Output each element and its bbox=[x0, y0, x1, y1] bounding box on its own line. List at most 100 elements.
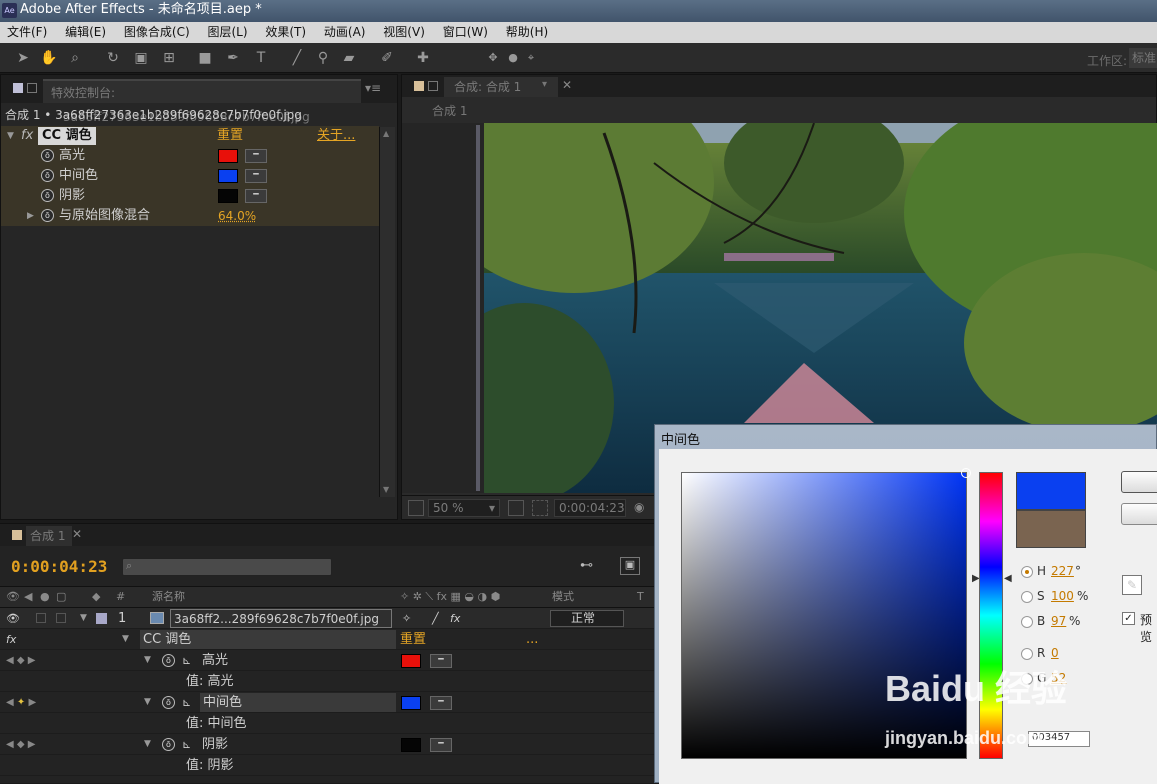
switches-icon[interactable]: ✧ ✲ ⟍ fx ▦ ◒ ◑ ⬢ bbox=[400, 587, 500, 607]
brush-tool-icon[interactable]: ╱ bbox=[288, 49, 306, 67]
menu-view[interactable]: 视图(V) bbox=[376, 22, 432, 43]
panel-menu-icon[interactable]: ▾≡ bbox=[365, 81, 381, 95]
eye-icon[interactable]: 👁 bbox=[6, 608, 20, 629]
stopwatch-icon[interactable]: ō bbox=[41, 209, 54, 222]
scroll-up-icon[interactable]: ▲ bbox=[383, 129, 389, 138]
fx-switch-icon[interactable]: fx bbox=[450, 608, 460, 629]
lock-toggle-icon[interactable]: ▢ bbox=[56, 587, 66, 607]
keyframe-navigator-icon[interactable]: ◀ ◆ ▶ bbox=[6, 734, 35, 755]
menu-composition[interactable]: 图像合成(C) bbox=[117, 22, 197, 43]
menu-layer[interactable]: 图层(L) bbox=[200, 22, 254, 43]
stopwatch-icon[interactable]: ō bbox=[41, 169, 54, 182]
column-trackmatte[interactable]: T bbox=[637, 587, 644, 607]
effect-controls-scrollbar[interactable]: ▲ ▼ bbox=[379, 127, 395, 497]
menu-edit[interactable]: 编辑(E) bbox=[58, 22, 113, 43]
menu-window[interactable]: 窗口(W) bbox=[436, 22, 495, 43]
clone-stamp-tool-icon[interactable]: ⚲ bbox=[314, 49, 332, 67]
chevron-down-icon[interactable]: ▾ bbox=[542, 79, 547, 90]
view-axis-icon[interactable]: ⌖ bbox=[522, 49, 540, 67]
shadows-color-swatch[interactable] bbox=[218, 189, 238, 203]
midtones-color-swatch[interactable] bbox=[401, 696, 421, 710]
hue-slider-right-arrow-icon[interactable]: ◀ bbox=[1004, 573, 1012, 584]
draft-3d-icon[interactable]: ▣ bbox=[620, 557, 640, 575]
reset-link[interactable]: 重置 bbox=[217, 126, 243, 146]
hand-tool-icon[interactable]: ✋ bbox=[40, 49, 58, 67]
color-cursor[interactable] bbox=[961, 468, 971, 478]
current-time-field[interactable]: 0:00:04:23 bbox=[554, 499, 626, 517]
pan-behind-tool-icon[interactable]: ⊞ bbox=[160, 49, 178, 67]
radio-r[interactable] bbox=[1021, 648, 1033, 660]
radio-s[interactable] bbox=[1021, 591, 1033, 603]
fx-icon[interactable]: fx bbox=[6, 629, 16, 650]
field-value-r[interactable]: 0 bbox=[1051, 646, 1059, 660]
rectangle-tool-icon[interactable]: ■ bbox=[196, 49, 214, 67]
safe-zones-icon[interactable] bbox=[508, 500, 524, 516]
saturation-brightness-field[interactable] bbox=[681, 468, 971, 759]
column-source-name[interactable]: 源名称 bbox=[152, 587, 185, 607]
zoom-dropdown[interactable]: 50 % ▾ bbox=[428, 499, 500, 517]
eyedropper-button[interactable]: ━ bbox=[430, 696, 452, 710]
menu-animation[interactable]: 动画(A) bbox=[317, 22, 373, 43]
expand-triangle-icon[interactable]: ▼ bbox=[80, 608, 87, 629]
always-preview-icon[interactable] bbox=[408, 500, 424, 516]
midtones-color-swatch[interactable] bbox=[218, 169, 238, 183]
graph-icon[interactable]: ⊾ bbox=[182, 692, 191, 713]
expand-triangle-icon[interactable]: ▼ bbox=[144, 734, 151, 755]
stopwatch-icon[interactable]: ō bbox=[162, 696, 175, 709]
keyframe-navigator-icon[interactable]: ◀ ◆ ▶ bbox=[6, 650, 35, 671]
eyedropper-button[interactable]: ━ bbox=[245, 189, 267, 203]
graph-icon[interactable]: ⊾ bbox=[182, 650, 191, 671]
solo-toggle-icon[interactable]: ● bbox=[40, 587, 50, 607]
about-link[interactable]: ... bbox=[526, 629, 538, 650]
stopwatch-icon[interactable]: ō bbox=[162, 738, 175, 751]
quality-switch-icon[interactable]: ╱ bbox=[432, 608, 439, 629]
effect-row[interactable]: fx ▼ CC 调色 重置 ... bbox=[0, 629, 655, 650]
expand-triangle-icon[interactable]: ▼ bbox=[122, 629, 129, 650]
eyedropper-icon[interactable]: ✎ bbox=[1122, 575, 1142, 595]
highlights-color-swatch[interactable] bbox=[401, 654, 421, 668]
eyedropper-button[interactable]: ━ bbox=[245, 149, 267, 163]
axis-mode-icon[interactable]: ✥ bbox=[484, 49, 502, 67]
solo-box[interactable] bbox=[36, 613, 46, 623]
ok-button[interactable] bbox=[1121, 471, 1157, 493]
graph-icon[interactable]: ⊾ bbox=[182, 734, 191, 755]
video-toggle-icon[interactable]: 👁 bbox=[6, 587, 20, 607]
label-color-chip[interactable] bbox=[96, 613, 107, 624]
original-color-swatch[interactable] bbox=[1016, 510, 1086, 548]
expand-triangle-icon[interactable]: ▼ bbox=[7, 126, 14, 146]
cancel-button[interactable] bbox=[1121, 503, 1157, 525]
close-tab-icon[interactable]: ✕ bbox=[562, 78, 572, 92]
lock-icon[interactable] bbox=[27, 83, 37, 93]
roto-brush-tool-icon[interactable]: ✐ bbox=[378, 49, 396, 67]
audio-toggle-icon[interactable]: ◀ bbox=[24, 587, 32, 607]
stopwatch-icon[interactable]: ō bbox=[162, 654, 175, 667]
snapshot-icon[interactable]: ◉ bbox=[634, 500, 644, 514]
preview-checkbox[interactable]: ✓ bbox=[1122, 612, 1135, 625]
eraser-tool-icon[interactable]: ▰ bbox=[340, 49, 358, 67]
menu-effect[interactable]: 效果(T) bbox=[258, 22, 313, 43]
composition-mini-flowchart-icon[interactable]: ⊷ bbox=[580, 558, 593, 573]
rotate-tool-icon[interactable]: ↻ bbox=[104, 49, 122, 67]
field-value-s[interactable]: 100 bbox=[1051, 589, 1074, 603]
lock-box[interactable] bbox=[56, 613, 66, 623]
about-link[interactable]: 关于... bbox=[317, 126, 355, 146]
expand-triangle-icon[interactable]: ▶ bbox=[27, 206, 34, 226]
reset-link[interactable]: 重置 bbox=[400, 629, 426, 650]
column-mode[interactable]: 模式 bbox=[552, 587, 574, 607]
scroll-down-icon[interactable]: ▼ bbox=[383, 485, 389, 494]
selection-tool-icon[interactable]: ➤ bbox=[14, 49, 32, 67]
pen-tool-icon[interactable]: ✒ bbox=[224, 49, 242, 67]
label-tag-icon[interactable]: ◆ bbox=[92, 587, 100, 607]
tab-timeline-comp[interactable]: 合成 1 bbox=[26, 526, 72, 546]
expand-triangle-icon[interactable]: ▼ bbox=[144, 650, 151, 671]
menu-help[interactable]: 帮助(H) bbox=[499, 22, 555, 43]
composition-breadcrumb[interactable]: 合成 1 bbox=[432, 102, 467, 119]
mask-visibility-icon[interactable] bbox=[532, 500, 548, 516]
field-value-h[interactable]: 227 bbox=[1051, 564, 1074, 578]
effect-header-row[interactable]: ▼ fx CC 调色 重置 关于... bbox=[1, 126, 379, 146]
highlights-color-swatch[interactable] bbox=[218, 149, 238, 163]
keyframe-navigator-icon[interactable]: ◀ ✦ ▶ bbox=[6, 692, 36, 713]
prop-row-midtones[interactable]: ◀ ✦ ▶ ▼ ō ⊾ 中间色 ━ bbox=[0, 692, 655, 713]
text-tool-icon[interactable]: T bbox=[252, 49, 270, 67]
effect-name[interactable]: CC 调色 bbox=[38, 127, 96, 145]
